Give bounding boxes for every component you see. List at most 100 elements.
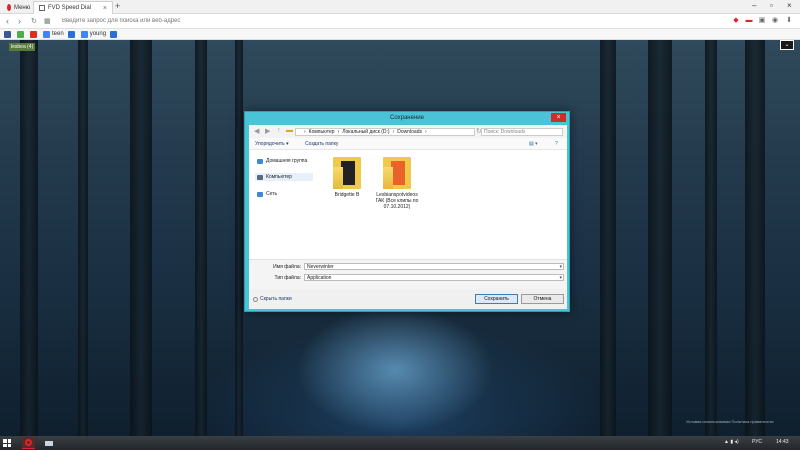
dialog-title: Сохранение: [390, 115, 424, 121]
address-bar-row: ‹ › ↻ ▦ ◆ ▬ ▣ ◉ ⬇: [0, 14, 800, 29]
tab-label: Меню: [14, 4, 31, 11]
file-explorer-taskbar-icon[interactable]: [42, 437, 55, 449]
dialog-close-button[interactable]: ×: [551, 113, 566, 122]
bookmark-item[interactable]: [110, 30, 119, 38]
clock[interactable]: 14:43: [776, 439, 789, 445]
speed-dial-grid-icon[interactable]: ▦: [44, 17, 51, 25]
navigation-pane: Домашняя группа Компьютер Сеть: [249, 151, 315, 257]
filename-input[interactable]: Neverwinter ▾: [304, 263, 564, 270]
hide-folders-button[interactable]: Скрыть папки: [253, 296, 292, 302]
bookmark-item[interactable]: [30, 30, 39, 38]
footer-links[interactable]: Условия использования Политика приватнос…: [686, 419, 774, 424]
bookmark-icon: [67, 30, 75, 38]
close-tab-icon[interactable]: ×: [103, 5, 107, 12]
nav-item-computer[interactable]: Компьютер: [255, 173, 313, 181]
nav-item-network[interactable]: Сеть: [255, 190, 313, 198]
extension-icon[interactable]: ◆: [732, 17, 740, 25]
language-indicator[interactable]: РУС: [752, 439, 762, 445]
collapse-icon[interactable]: ⌄: [780, 40, 794, 50]
back-arrow-icon[interactable]: ◀: [254, 127, 259, 135]
tab-label: FVD Speed Dial: [48, 5, 92, 11]
breadcrumb[interactable]: › Компьютер › Локальный диск (D:) › Down…: [295, 128, 475, 136]
collapse-arrow-icon: [253, 296, 258, 302]
chevron-down-icon[interactable]: ▾: [559, 275, 562, 281]
browser-tab-bar: Меню FVD Speed Dial × + – ▫ ×: [0, 0, 800, 14]
bookmark-item[interactable]: teen: [43, 30, 64, 38]
dialog-toolbar: Упорядочить ▾ Создать папку ▤ ▾ ?: [249, 138, 567, 150]
new-folder-button[interactable]: Создать папку: [305, 141, 338, 147]
download-icon[interactable]: ⬇: [785, 17, 793, 25]
speed-dial-group-badge[interactable]: lesbea (4): [9, 43, 36, 51]
bookmark-item[interactable]: [17, 30, 26, 38]
bookmark-icon: [80, 30, 88, 38]
bookmark-label: young: [89, 31, 107, 37]
filename-label: Имя файла:: [273, 264, 301, 270]
organize-button[interactable]: Упорядочить ▾: [255, 141, 289, 147]
folder-item[interactable]: Lesbianspotvideos ГАК (Все клипы по 07.1…: [375, 157, 419, 210]
gift-icon[interactable]: ▣: [758, 17, 766, 25]
folder-label: Lesbianspotvideos ГАК (Все клипы по 07.1…: [375, 192, 419, 210]
up-arrow-icon[interactable]: ↑: [277, 127, 281, 134]
breadcrumb-separator: ›: [392, 129, 395, 135]
homegroup-icon: [257, 158, 263, 164]
bookmarks-bar: teen young: [0, 29, 800, 40]
bookmark-icon: [110, 30, 118, 38]
address-input[interactable]: [62, 16, 722, 26]
help-icon[interactable]: ?: [555, 141, 558, 147]
breadcrumb-item[interactable]: Компьютер: [309, 129, 335, 135]
tab-speed-dial[interactable]: FVD Speed Dial ×: [33, 1, 113, 14]
filetype-label: Тип файла:: [274, 275, 302, 281]
bookmark-item[interactable]: young: [80, 30, 107, 38]
taskbar: ▲ ▮ ◂) РУС 14:43: [0, 436, 800, 450]
breadcrumb-separator: ›: [424, 129, 427, 135]
back-button[interactable]: ‹: [6, 16, 9, 26]
bookmark-icon: [17, 30, 24, 38]
cancel-button[interactable]: Отмена: [521, 294, 564, 304]
bookmark-label: teen: [52, 31, 64, 37]
maximize-button[interactable]: ▫: [770, 1, 773, 10]
save-dialog: Сохранение × ◀ ▶ ↑ ▬ › Компьютер › Локал…: [244, 111, 570, 312]
nav-item-homegroup[interactable]: Домашняя группа: [255, 157, 313, 165]
forward-button[interactable]: ›: [18, 16, 21, 26]
nav-item-label: Сеть: [266, 191, 278, 197]
dialog-footer: Скрыть папки Сохранить Отмена: [249, 289, 567, 309]
nav-item-label: Домашняя группа: [266, 158, 308, 164]
breadcrumb-separator: ›: [304, 129, 306, 135]
bookmark-icon: [43, 30, 50, 38]
camera-icon[interactable]: ◉: [771, 17, 779, 25]
filetype-select[interactable]: Application ▾: [304, 274, 564, 281]
tray-icons[interactable]: ▲ ▮ ◂): [724, 439, 739, 445]
bookmark-item[interactable]: [4, 30, 13, 38]
filename-value: Neverwinter: [307, 264, 334, 270]
dialog-body: ◀ ▶ ↑ ▬ › Компьютер › Локальный диск (D:…: [249, 125, 567, 309]
breadcrumb-item[interactable]: Локальный диск (D:): [342, 129, 389, 135]
chevron-down-icon[interactable]: ▾: [559, 264, 562, 270]
windows-start-icon[interactable]: [3, 439, 11, 447]
reload-button[interactable]: ↻: [31, 17, 37, 25]
hide-folders-label: Скрыть папки: [260, 296, 292, 302]
folder-icon: [383, 157, 411, 189]
folder-icon: [333, 157, 361, 189]
folder-label: Bridgette B: [334, 192, 360, 198]
speed-dial-icon: [39, 5, 45, 11]
minimize-button[interactable]: –: [752, 1, 756, 10]
file-fields: Имя файла: Neverwinter ▾ Тип файла: Appl…: [249, 259, 567, 289]
opera-taskbar-icon[interactable]: [22, 437, 35, 449]
bookmark-icon: [4, 30, 11, 38]
forward-arrow-icon[interactable]: ▶: [265, 127, 270, 135]
folder-location-icon: ▬: [286, 127, 293, 134]
tab-menu[interactable]: Меню: [2, 1, 32, 14]
save-button[interactable]: Сохранить: [475, 294, 518, 304]
folder-item[interactable]: Bridgette B: [327, 157, 367, 198]
flag-icon[interactable]: ▬: [745, 17, 753, 25]
close-window-button[interactable]: ×: [787, 1, 792, 10]
search-input[interactable]: Поиск: Downloads: [481, 128, 563, 136]
breadcrumb-item[interactable]: Downloads: [397, 129, 422, 135]
bookmark-item[interactable]: [67, 30, 77, 38]
new-tab-button[interactable]: +: [115, 1, 120, 11]
computer-icon: [257, 174, 263, 180]
breadcrumb-separator: ›: [337, 129, 340, 135]
opera-logo-icon: [7, 4, 11, 11]
bookmark-icon: [30, 30, 37, 38]
view-options-icon[interactable]: ▤ ▾: [529, 141, 538, 147]
